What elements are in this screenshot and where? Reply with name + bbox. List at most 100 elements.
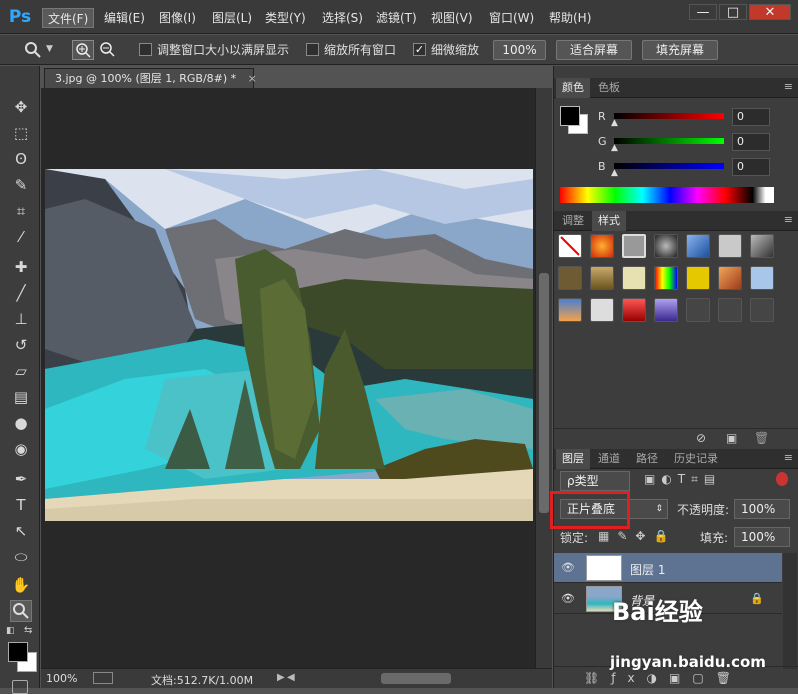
style-none-swatch[interactable] [558, 234, 582, 258]
clear-style-icon[interactable]: ⊘ [696, 431, 706, 445]
tab-channels[interactable]: 通道 [592, 449, 626, 469]
default-colors-icon[interactable]: ◧ [6, 626, 15, 636]
green-value[interactable]: 0 [732, 133, 770, 151]
menu-layer[interactable]: 图层(L) [207, 8, 257, 28]
scroll-thumb[interactable] [539, 273, 549, 513]
style-swatch-16[interactable] [590, 298, 614, 322]
style-swatch-18[interactable] [654, 298, 678, 322]
blur-tool-icon[interactable]: ● [10, 412, 32, 434]
menu-filter[interactable]: 滤镜(T) [371, 8, 422, 28]
red-slider[interactable] [614, 113, 724, 119]
fit-screen-button[interactable]: 适合屏幕 [556, 40, 632, 60]
blue-value[interactable]: 0 [732, 158, 770, 176]
red-slider-handle-icon[interactable]: ▲ [611, 118, 618, 128]
status-icon[interactable] [93, 672, 113, 684]
status-arrow-icon[interactable]: ▶ [277, 672, 285, 683]
style-swatch-10[interactable] [622, 266, 646, 290]
foreground-color-swatch[interactable] [8, 642, 28, 662]
style-swatch-13[interactable] [718, 266, 742, 290]
document-tab[interactable]: 3.jpg @ 100% (图层 1, RGB/8#) * × [44, 68, 257, 88]
style-swatch-5[interactable] [686, 234, 710, 258]
panel-menu-icon[interactable]: ≡ [784, 451, 793, 464]
eraser-tool-icon[interactable]: ▱ [10, 360, 32, 382]
style-swatch-3[interactable] [622, 234, 646, 258]
style-swatch-20[interactable] [718, 298, 742, 322]
panel-menu-icon[interactable]: ≡ [784, 213, 793, 226]
eye-icon[interactable]: 👁 [561, 561, 575, 574]
tab-layers[interactable]: 图层 [556, 449, 590, 469]
style-swatch-9[interactable] [590, 266, 614, 290]
red-value[interactable]: 0 [732, 108, 770, 126]
swap-colors-icon[interactable]: ⇆ [24, 625, 32, 636]
close-tab-icon[interactable]: × [248, 72, 257, 85]
stamp-tool-icon[interactable]: ⊥ [10, 308, 32, 330]
tab-swatches[interactable]: 色板 [592, 78, 626, 98]
zoom-level[interactable]: 100% [46, 672, 77, 685]
style-swatch-11[interactable] [654, 266, 678, 290]
dodge-tool-icon[interactable]: ◉ [10, 438, 32, 460]
zoom-tool-icon[interactable] [10, 600, 32, 622]
layer-filter-dropdown[interactable]: ρ类型 [560, 471, 630, 491]
tab-paths[interactable]: 路径 [630, 449, 664, 469]
menu-file[interactable]: 文件(F) [42, 8, 95, 28]
move-tool-icon[interactable]: ✥ [10, 96, 32, 118]
hand-tool-icon[interactable]: ✋ [10, 574, 32, 596]
menu-select[interactable]: 选择(S) [317, 8, 368, 28]
filter-toggle-icon[interactable] [776, 472, 788, 486]
trash-icon[interactable]: 🗑 [754, 431, 769, 445]
layers-scrollbar[interactable] [783, 553, 797, 669]
green-slider[interactable] [614, 138, 724, 144]
style-swatch-19[interactable] [686, 298, 710, 322]
brush-tool-icon[interactable]: ╱ [10, 282, 32, 304]
style-swatch-7[interactable] [750, 234, 774, 258]
blue-slider[interactable] [614, 163, 724, 169]
fg-color-chip[interactable] [560, 106, 580, 126]
menu-help[interactable]: 帮助(H) [544, 8, 596, 28]
style-swatch-6[interactable] [718, 234, 742, 258]
fill-input[interactable]: 100% [734, 527, 790, 547]
h-scroll-thumb[interactable] [381, 673, 451, 684]
maximize-button[interactable]: □ [719, 4, 747, 20]
style-swatch-17[interactable] [622, 298, 646, 322]
menu-image[interactable]: 图像(I) [154, 8, 201, 28]
quick-select-tool-icon[interactable]: ✎ [10, 174, 32, 196]
eyedropper-tool-icon[interactable]: ⁄ [10, 226, 32, 248]
resize-windows-checkbox[interactable] [139, 43, 152, 56]
style-swatch-15[interactable] [558, 298, 582, 322]
layer-name[interactable]: 图层 1 [630, 561, 665, 578]
lasso-tool-icon[interactable]: ʘ [10, 148, 32, 170]
ellipse-tool-icon[interactable]: ⬭ [10, 546, 32, 568]
history-brush-tool-icon[interactable]: ↺ [10, 334, 32, 356]
h-scroll-left-icon[interactable]: ◀ [287, 672, 295, 683]
filter-icons[interactable]: ▣◐T⌗▤ [644, 472, 721, 487]
fill-screen-button[interactable]: 填充屏幕 [642, 40, 718, 60]
blue-slider-handle-icon[interactable]: ▲ [611, 168, 618, 178]
style-swatch-4[interactable] [654, 234, 678, 258]
style-swatch-12[interactable] [686, 266, 710, 290]
zoom-in-icon[interactable] [72, 40, 94, 60]
crop-tool-icon[interactable]: ⌗ [10, 200, 32, 222]
eye-icon[interactable]: 👁 [561, 592, 575, 605]
zoom-out-icon[interactable] [97, 40, 119, 60]
menu-view[interactable]: 视图(V) [426, 8, 478, 28]
style-swatch-2[interactable] [590, 234, 614, 258]
healing-brush-tool-icon[interactable]: ✚ [10, 256, 32, 278]
pen-tool-icon[interactable]: ✒ [10, 468, 32, 490]
minimize-button[interactable]: — [689, 4, 717, 20]
menu-edit[interactable]: 编辑(E) [99, 8, 150, 28]
close-button[interactable]: ✕ [749, 4, 791, 20]
path-select-tool-icon[interactable]: ↖ [10, 520, 32, 542]
lock-icons[interactable]: ▦✎✥🔒 [598, 529, 676, 543]
opacity-input[interactable]: 100% [734, 499, 790, 519]
tab-history[interactable]: 历史记录 [668, 449, 724, 469]
new-style-icon[interactable]: ▣ [726, 431, 737, 445]
menu-window[interactable]: 窗口(W) [484, 8, 539, 28]
vertical-scrollbar[interactable] [535, 88, 552, 668]
document-image[interactable] [45, 169, 533, 521]
color-spectrum-bar[interactable] [560, 187, 774, 203]
quick-mask-icon[interactable] [12, 680, 28, 694]
tab-styles[interactable]: 样式 [592, 211, 626, 231]
style-swatch-21[interactable] [750, 298, 774, 322]
style-swatch-8[interactable] [558, 266, 582, 290]
panel-menu-icon[interactable]: ≡ [784, 80, 793, 93]
